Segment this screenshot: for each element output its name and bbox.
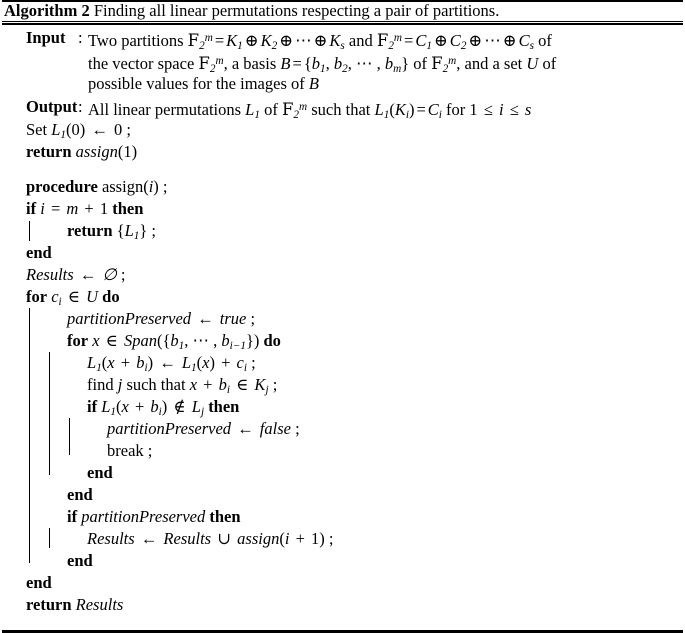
output-label: Output [26,97,78,116]
algorithm-caption: Algorithm 2 Finding all linear permutati… [4,1,499,20]
indent-guide-level-1 [29,440,30,462]
code-line-if-base: if i = m + 1 then [26,199,144,218]
indent-guide-level-1 [29,418,30,440]
indent-guide-level-1 [29,506,30,528]
code-row-find-j: find j such that x + bi ∈ Kj ; [0,374,685,396]
indent-guide-level-1 [29,484,30,506]
code-line-end-if-pp: end [67,551,93,570]
code-row-assign-l1: L1(x + bi) ← L1(x) + ci ; [0,352,685,374]
input-row-2: the vector space F2m, a basis B = {b1, b2,… [0,50,685,75]
code-line-break: break ; [107,441,153,460]
indent-guide-level-2 [49,418,50,440]
indent-guide-level-2 [49,462,50,475]
code-line-end-if-notin: end [87,463,113,482]
code-line-return-results: return Results [26,595,124,614]
code-row-results-init: Results ← ∅ ; [0,264,685,286]
code-row-if-notin: if L1(x + bi) ∉ Lj then [0,396,685,418]
algorithm-block: Algorithm 2 Finding all linear permutati… [0,0,685,633]
code-row-end-for-x: end [0,484,685,506]
indent-guide-level-1 [29,221,30,241]
code-row-break: break ; [0,440,685,462]
code-line-pp-false: partitionPreserved ← false ; [107,419,300,438]
indent-guide-level-1 [29,528,30,550]
input-row-1: Input : Two partitions F2m = K1 ⊕ K2 ⊕ ⋯ ⊕ Ks an… [0,27,685,52]
algorithm-caption-label: Algorithm 2 [4,1,90,20]
indent-guide-level-2 [49,352,50,374]
caption-double-rule [2,21,683,25]
output-row-1: Output : All linear permutations L1 of F… [0,96,685,121]
code-row-results-union: Results ← Results ∪ assign(i + 1) ; [0,528,685,550]
code-line-procedure: procedure assign(i) ; [26,177,168,196]
code-row-set-l1: Set L1(0) ← 0 ; [0,119,685,141]
code-row-return-assign: return assign(1) [0,141,685,163]
indent-guide-level-2 [49,396,50,418]
code-row-end-for-c: end [0,572,685,594]
code-row-end-if-pp: end [0,550,685,572]
code-row-for-x: for x ∈ Span({b1, ⋯ , bi−1}) do [0,330,685,352]
indent-guide-level-3 [69,440,70,455]
algorithm-caption-text: Finding all linear permutations respecti… [93,1,500,20]
indent-guide-level-1 [29,352,30,374]
code-line-return-assign: return assign(1) [26,142,138,161]
code-row-pp-false: partitionPreserved ← false ; [0,418,685,440]
input-line-3: possible values for the images of B [88,74,319,93]
code-row-spacer [0,163,685,176]
code-row-for-c: for ci ∈ U do [0,286,685,308]
code-line-results-union: Results ← Results ∪ assign(i + 1) ; [87,529,334,548]
input-colon: : [78,28,83,47]
indent-guide-level-1 [29,330,30,352]
input-row-3: possible values for the images of B [0,73,685,96]
indent-guide-level-2 [49,528,50,548]
code-row-if-pp: if partitionPreserved then [0,506,685,528]
indent-guide-level-1 [29,462,30,484]
code-line-end-for-c: end [26,573,52,592]
indent-guide-level-1 [29,396,30,418]
code-row-end-if-base: end [0,242,685,264]
indent-guide-level-3 [69,418,70,440]
output-colon: : [78,97,83,116]
algorithm-body: Input : Two partitions F2m = K1 ⊕ K2 ⊕ ⋯ ⊕ Ks an… [0,27,685,616]
code-row-return-set: return {L1} ; [0,220,685,242]
input-label: Input [26,28,66,47]
indent-guide-level-2 [49,374,50,396]
code-row-pp-true: partitionPreserved ← true ; [0,308,685,330]
code-line-results-init: Results ← ∅ ; [26,265,126,284]
indent-guide-level-1 [29,550,30,563]
code-row-return-results: return Results [0,594,685,616]
code-row-procedure: procedure assign(i) ; [0,176,685,198]
code-line-end-for-x: end [67,485,93,504]
indent-guide-level-2 [49,440,50,462]
indent-guide-level-1 [29,308,30,330]
code-row-if-base: if i = m + 1 then [0,198,685,220]
code-line-pp-true: partitionPreserved ← true ; [67,309,256,328]
indent-guide-level-1 [29,374,30,396]
code-line-end-if-base: end [26,243,52,262]
code-line-if-pp: if partitionPreserved then [67,507,241,526]
code-row-end-if-notin: end [0,462,685,484]
